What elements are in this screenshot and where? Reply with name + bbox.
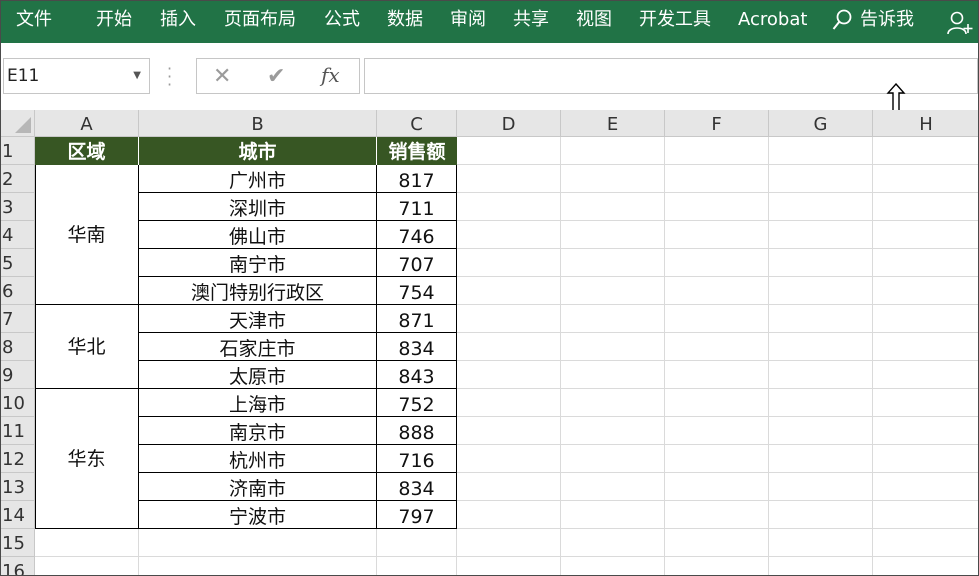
row-header-9[interactable]: 9 [1,361,35,389]
insert-function-icon[interactable]: fx [321,63,340,87]
tab-view[interactable]: 视图 [576,9,612,31]
enter-check-icon[interactable]: ✔ [267,64,285,89]
tab-home[interactable]: 开始 [96,9,132,31]
city-cell[interactable]: 杭州市 [139,445,377,473]
column-header-a[interactable]: A [35,110,139,137]
column-header-e[interactable]: E [561,110,665,137]
formula-bar-area: E11 ▼ · · · ✕ ✔ fx [1,43,978,121]
region-cell[interactable]: 华北 [35,305,139,389]
city-cell[interactable]: 太原市 [139,361,377,389]
sales-cell[interactable]: 834 [377,333,457,361]
tab-developer[interactable]: 开发工具 [639,9,711,31]
row-header-16[interactable]: 16 [1,557,35,575]
city-cell[interactable]: 南京市 [139,417,377,445]
city-cell[interactable]: 石家庄市 [139,333,377,361]
share-person-icon[interactable] [947,11,973,35]
row-header-6[interactable]: 6 [1,277,35,305]
sales-cell[interactable]: 711 [377,193,457,221]
row-header-3[interactable]: 3 [1,193,35,221]
sales-cell[interactable]: 707 [377,249,457,277]
sales-cell[interactable]: 754 [377,277,457,305]
tell-me-box[interactable]: 告诉我 [832,9,914,31]
tab-page-layout[interactable]: 页面布局 [224,9,296,31]
row-header-14[interactable]: 14 [1,501,35,529]
sales-cell[interactable]: 716 [377,445,457,473]
grip-dots-icon: · · · [167,59,173,94]
row-header-7[interactable]: 7 [1,305,35,333]
tab-insert[interactable]: 插入 [160,9,196,31]
city-cell[interactable]: 深圳市 [139,193,377,221]
row-header-13[interactable]: 13 [1,473,35,501]
header-cell-region[interactable]: 区域 [35,137,139,165]
row-header-15[interactable]: 15 [1,529,35,557]
chevron-down-icon[interactable]: ▼ [133,70,141,81]
tab-share[interactable]: 共享 [513,9,549,31]
city-cell[interactable]: 佛山市 [139,221,377,249]
column-header-b[interactable]: B [139,110,377,137]
city-cell[interactable]: 南宁市 [139,249,377,277]
sales-cell[interactable]: 834 [377,473,457,501]
row-header-10[interactable]: 10 [1,389,35,417]
name-box[interactable]: E11 ▼ [3,58,150,94]
sales-cell[interactable]: 752 [377,389,457,417]
formula-buttons: ✕ ✔ fx [196,58,360,94]
region-cell[interactable]: 华南 [35,165,139,305]
city-cell[interactable]: 天津市 [139,305,377,333]
city-cell[interactable]: 广州市 [139,165,377,193]
region-cell[interactable]: 华东 [35,389,139,529]
search-icon [832,9,852,30]
city-cell[interactable]: 济南市 [139,473,377,501]
row-header-8[interactable]: 8 [1,333,35,361]
sales-cell[interactable]: 746 [377,221,457,249]
sales-cell[interactable]: 817 [377,165,457,193]
column-header-d[interactable]: D [457,110,561,137]
excel-window: 文件 开始 插入 页面布局 公式 数据 审阅 共享 视图 开发工具 Acroba… [0,0,979,576]
row-header-12[interactable]: 12 [1,445,35,473]
city-cell[interactable]: 澳门特别行政区 [139,277,377,305]
column-header-h[interactable]: H [873,110,978,137]
ribbon-tab-bar: 文件 开始 插入 页面布局 公式 数据 审阅 共享 视图 开发工具 Acroba… [1,1,978,43]
select-all-corner[interactable] [1,110,35,137]
table-left-border [35,165,36,529]
tab-review[interactable]: 审阅 [450,9,486,31]
row-header-5[interactable]: 5 [1,249,35,277]
tab-formulas[interactable]: 公式 [324,9,360,31]
name-box-value: E11 [7,66,40,86]
sales-cell[interactable]: 797 [377,501,457,529]
header-cell-sales[interactable]: 销售额 [377,137,457,165]
row-header-2[interactable]: 2 [1,165,35,193]
city-cell[interactable]: 上海市 [139,389,377,417]
row-header-11[interactable]: 11 [1,417,35,445]
tab-data[interactable]: 数据 [387,9,423,31]
tab-acrobat[interactable]: Acrobat [738,9,807,31]
city-cell[interactable]: 宁波市 [139,501,377,529]
sales-cell[interactable]: 871 [377,305,457,333]
sales-cell[interactable]: 843 [377,361,457,389]
tell-me-label: 告诉我 [860,9,914,30]
sales-cell[interactable]: 888 [377,417,457,445]
tab-file[interactable]: 文件 [16,9,52,31]
column-header-g[interactable]: G [769,110,873,137]
cancel-icon[interactable]: ✕ [213,64,231,89]
row-header-4[interactable]: 4 [1,221,35,249]
header-cell-city[interactable]: 城市 [139,137,377,165]
column-header-c[interactable]: C [377,110,457,137]
row-header-1[interactable]: 1 [1,137,35,165]
column-header-f[interactable]: F [665,110,769,137]
